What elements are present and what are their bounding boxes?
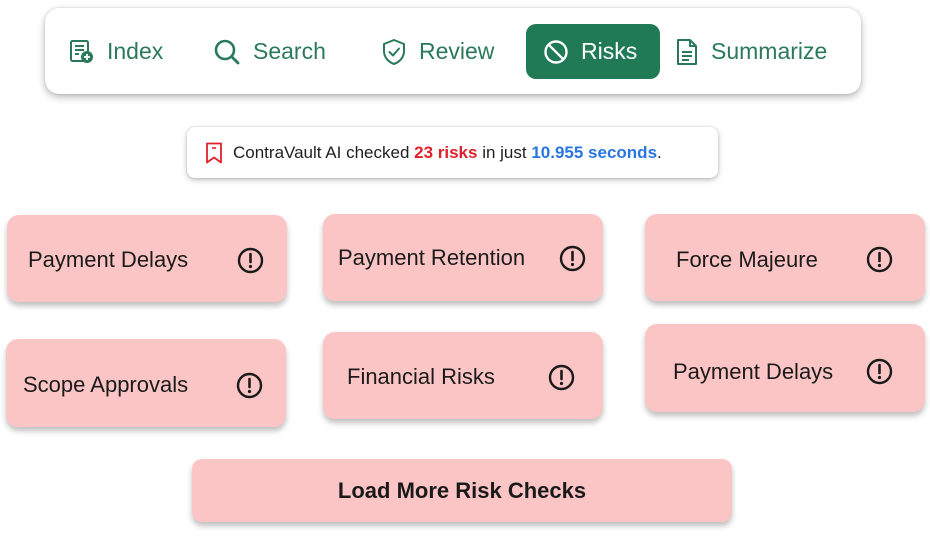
bookmark-icon xyxy=(206,142,222,163)
feature-nav-bar: Index Search Review Risks Summarize xyxy=(45,8,861,94)
nav-tab-index[interactable]: Index xyxy=(69,24,163,79)
risk-card-label: Payment Delays xyxy=(28,247,189,272)
risk-card-payment-retention[interactable]: Payment Retention xyxy=(323,214,603,301)
shield-check-icon xyxy=(383,38,405,65)
risk-card-financial-risks[interactable]: Financial Risks xyxy=(323,332,603,419)
nav-tab-search-label: Search xyxy=(253,38,326,64)
status-prefix: ContraVault AI checked xyxy=(233,142,415,162)
risk-card-label: Financial Risks xyxy=(347,364,495,389)
nav-tab-review[interactable]: Review xyxy=(381,24,494,79)
load-more-risk-checks-button[interactable]: Load More Risk Checks xyxy=(192,459,732,522)
document-icon xyxy=(677,38,697,65)
risk-checks-panel: Index Search Review Risks Summarize Cont… xyxy=(0,0,930,546)
risk-card-payment-delays-2[interactable]: Payment Delays xyxy=(645,324,925,412)
ban-icon xyxy=(544,39,568,64)
nav-tab-summarize[interactable]: Summarize xyxy=(675,24,827,79)
risk-check-status: ContraVault AI checked 23 risks in just … xyxy=(187,127,718,178)
alert-circle-icon xyxy=(548,364,575,391)
nav-tab-risks-label: Risks xyxy=(581,38,638,64)
risk-card-label: Payment Retention xyxy=(338,245,526,270)
nav-tab-risks[interactable]: Risks xyxy=(526,24,660,79)
search-icon xyxy=(214,39,240,64)
risk-card-label: Force Majeure xyxy=(676,247,818,272)
alert-circle-icon xyxy=(866,358,893,385)
nav-tab-review-label: Review xyxy=(419,38,495,64)
alert-circle-icon xyxy=(237,247,264,274)
risk-card-label: Scope Approvals xyxy=(23,372,189,397)
index-add-icon xyxy=(70,39,93,63)
status-risk-count: 23 risks xyxy=(414,142,478,162)
status-suffix: . xyxy=(657,142,662,162)
alert-circle-icon xyxy=(559,245,586,272)
status-middle: in just xyxy=(477,142,532,162)
alert-circle-icon xyxy=(866,246,893,273)
risk-card-payment-delays[interactable]: Payment Delays xyxy=(7,215,287,302)
status-duration: 10.955 seconds xyxy=(531,142,658,162)
risk-card-scope-approvals[interactable]: Scope Approvals xyxy=(6,339,286,427)
nav-tab-search[interactable]: Search xyxy=(213,24,326,79)
risk-card-label: Payment Delays xyxy=(673,359,834,384)
alert-circle-icon xyxy=(236,372,263,399)
status-text: ContraVault AI checked 23 risks in just … xyxy=(233,143,662,163)
nav-tab-summarize-label: Summarize xyxy=(711,38,828,64)
nav-tab-index-label: Index xyxy=(107,38,164,64)
risk-card-force-majeure[interactable]: Force Majeure xyxy=(645,214,925,301)
